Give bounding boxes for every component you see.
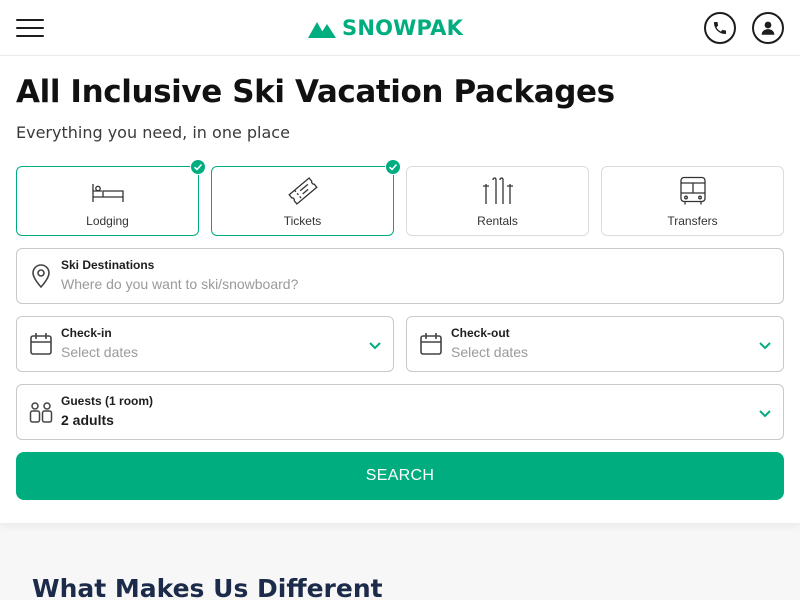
destination-input[interactable]	[61, 276, 361, 292]
checkin-label: Check-in	[61, 326, 112, 340]
calendar-icon	[420, 333, 442, 355]
service-label: Lodging	[86, 214, 129, 228]
bed-icon	[91, 184, 124, 202]
service-label: Rentals	[477, 214, 518, 228]
section-title: What Makes Us Different	[32, 574, 383, 600]
service-card-tickets[interactable]: Tickets	[211, 159, 401, 236]
search-button[interactable]: SEARCH	[16, 452, 784, 500]
checkout-field[interactable]: Check-out Select dates	[406, 316, 784, 372]
snowpak-logo[interactable]: SNOWPAK	[308, 14, 463, 42]
checkmark-icon	[190, 159, 206, 175]
page-title: All Inclusive Ski Vacation Packages	[16, 74, 615, 110]
guests-label: Guests (1 room)	[61, 394, 154, 408]
brand-name: SNOWPAK	[342, 16, 464, 40]
page-subtitle: Everything you need, in one place	[16, 123, 290, 142]
destination-label: Ski Destinations	[61, 258, 155, 272]
calendar-icon	[30, 333, 52, 355]
user-icon	[761, 21, 775, 35]
ticket-icon	[287, 177, 318, 205]
chevron-down-icon	[369, 342, 381, 350]
map-pin-icon	[32, 264, 50, 289]
people-icon	[29, 402, 53, 423]
account-button[interactable]	[752, 12, 784, 44]
service-label: Tickets	[283, 214, 322, 228]
skis-poles-icon	[482, 177, 513, 204]
phone-icon	[714, 22, 726, 34]
destination-field[interactable]: Ski Destinations	[16, 248, 784, 304]
checkmark-icon	[385, 159, 401, 175]
checkin-value: Select dates	[61, 344, 139, 360]
guests-value: 2 adults	[61, 412, 114, 428]
chevron-down-icon	[759, 342, 771, 350]
checkout-value: Select dates	[451, 344, 529, 360]
service-card-lodging[interactable]: Lodging	[16, 159, 206, 236]
chevron-down-icon	[759, 410, 771, 418]
checkout-label: Check-out	[451, 326, 510, 340]
mountain-logo-icon	[308, 22, 336, 38]
service-card-rentals[interactable]: Rentals	[406, 166, 589, 236]
hamburger-menu-icon[interactable]	[16, 17, 44, 39]
phone-button[interactable]	[704, 12, 736, 44]
guests-field[interactable]: Guests (1 room) 2 adults	[16, 384, 784, 440]
service-label: Transfers	[667, 214, 718, 228]
top-navigation-bar: SNOWPAK	[0, 0, 800, 56]
service-card-transfers[interactable]: Transfers	[601, 166, 784, 236]
bus-icon	[679, 176, 706, 205]
checkin-field[interactable]: Check-in Select dates	[16, 316, 394, 372]
